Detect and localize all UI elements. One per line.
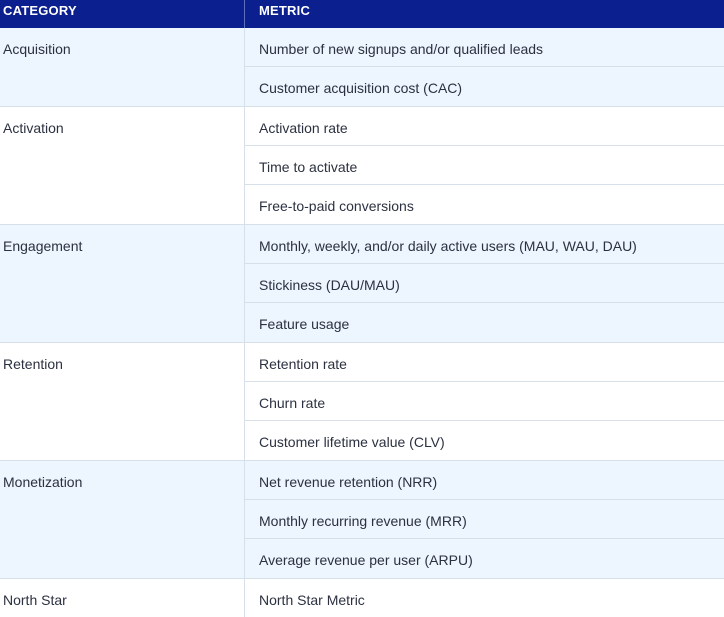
metric-cell: Time to activate	[245, 146, 724, 185]
metric-cell: Average revenue per user (ARPU)	[259, 552, 473, 568]
group-retention: Retention Retention rate Churn rate Cust…	[0, 343, 724, 461]
group-acquisition: Acquisition Number of new signups and/or…	[0, 28, 724, 107]
metric-cell: Stickiness (DAU/MAU)	[245, 264, 724, 303]
category-cell: North Star	[0, 579, 245, 617]
metric-cell: North Star Metric	[259, 592, 365, 608]
table-header: CATEGORY METRIC	[0, 0, 724, 28]
metric-cell: Churn rate	[245, 382, 724, 421]
category-cell: Retention	[0, 343, 245, 460]
group-activation: Activation Activation rate Time to activ…	[0, 107, 724, 225]
metric-cell: Customer acquisition cost (CAC)	[259, 80, 463, 96]
group-monetization: Monetization Net revenue retention (NRR)…	[0, 461, 724, 579]
category-cell: Activation	[0, 107, 245, 224]
metric-cell: Monthly, weekly, and/or daily active use…	[245, 225, 724, 264]
metric-list: Net revenue retention (NRR) Monthly recu…	[245, 461, 724, 578]
metric-cell: Free-to-paid conversions	[259, 198, 414, 214]
metric-cell: Retention rate	[245, 343, 724, 382]
metric-list: Number of new signups and/or qualified l…	[245, 28, 724, 106]
metric-list: North Star Metric	[245, 579, 724, 617]
metric-cell: Number of new signups and/or qualified l…	[245, 28, 724, 67]
category-cell: Monetization	[0, 461, 245, 578]
metric-list: Monthly, weekly, and/or daily active use…	[245, 225, 724, 342]
metric-cell: Customer lifetime value (CLV)	[259, 434, 445, 450]
metric-cell: Monthly recurring revenue (MRR)	[245, 500, 724, 539]
group-north-star: North Star North Star Metric	[0, 579, 724, 617]
category-cell: Acquisition	[0, 28, 245, 106]
metrics-table: CATEGORY METRIC Acquisition Number of ne…	[0, 0, 724, 617]
group-engagement: Engagement Monthly, weekly, and/or daily…	[0, 225, 724, 343]
metric-cell: Activation rate	[245, 107, 724, 146]
metric-list: Activation rate Time to activate Free-to…	[245, 107, 724, 224]
metric-cell: Net revenue retention (NRR)	[245, 461, 724, 500]
metric-cell: Feature usage	[259, 316, 350, 332]
metric-list: Retention rate Churn rate Customer lifet…	[245, 343, 724, 460]
header-metric: METRIC	[259, 3, 311, 18]
category-cell: Engagement	[0, 225, 245, 342]
header-category: CATEGORY	[0, 0, 245, 28]
